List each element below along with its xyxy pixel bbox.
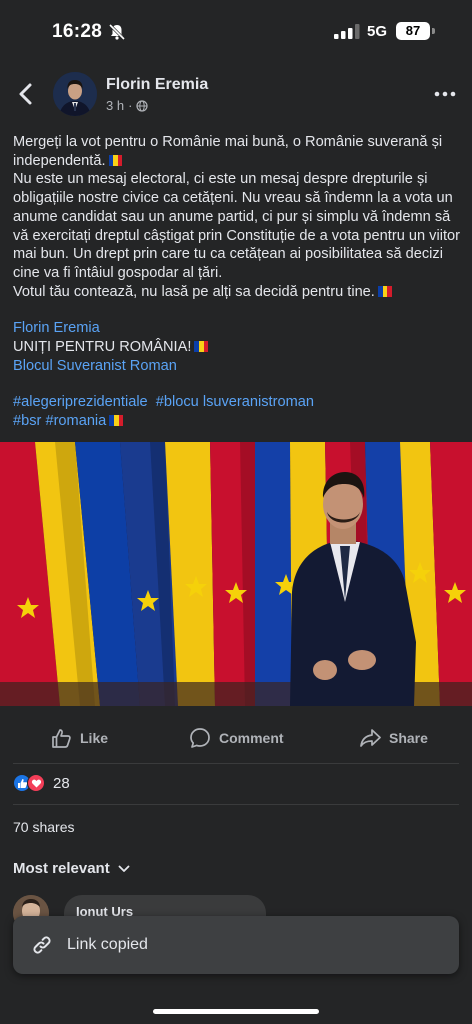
paragraph-text: Votul tău contează, nu lasă pe alți sa d… xyxy=(13,283,375,300)
sort-label: Most relevant xyxy=(13,860,110,877)
romania-flag-emoji xyxy=(109,415,124,427)
slogan-text: UNIȚI PENTRU ROMÂNIA! xyxy=(13,339,192,356)
post-body: Mergeți la vot pentru o Românie mai bună… xyxy=(13,133,463,431)
cellular-signal-icon xyxy=(334,24,360,39)
meta-separator: · xyxy=(128,98,133,113)
action-bar: Like Comment Share xyxy=(0,712,472,764)
post-time: 3 h xyxy=(106,98,125,113)
signature-name-link[interactable]: Florin Eremia xyxy=(13,319,463,338)
post-meta: 3 h · xyxy=(106,98,149,113)
author-name[interactable]: Florin Eremia xyxy=(106,76,208,94)
toast-message: Link copied xyxy=(67,936,148,953)
romania-flag-emoji xyxy=(108,154,123,166)
reactions-summary[interactable]: 28 xyxy=(13,772,70,794)
post-paragraph: Nu este un mesaj electoral, ci este un m… xyxy=(13,171,460,281)
link-icon xyxy=(33,936,51,954)
bell-off-icon xyxy=(108,23,126,41)
globe-icon xyxy=(136,99,149,112)
battery-tip xyxy=(432,28,435,34)
comment-sort-dropdown[interactable]: Most relevant xyxy=(13,860,130,877)
love-reaction-icon xyxy=(27,774,45,792)
reactions-count: 28 xyxy=(53,774,70,792)
status-time: 16:28 xyxy=(52,21,103,42)
author-avatar[interactable] xyxy=(53,72,97,116)
paragraph-text: Mergeți la vot pentru o Românie mai bună… xyxy=(13,134,443,169)
more-options-icon[interactable] xyxy=(432,84,458,104)
slogan: UNIȚI PENTRU ROMÂNIA! xyxy=(13,338,463,357)
battery-indicator: 87 xyxy=(396,22,430,40)
hashtags-line: #alegeriprezidentiale #blocu lsuveranist… xyxy=(13,393,463,412)
hashtag-link[interactable]: #bsr xyxy=(13,413,41,429)
link-copied-toast: Link copied xyxy=(13,916,459,974)
post-paragraph: Votul tău contează, nu lasă pe alți sa d… xyxy=(13,283,463,302)
comment-label: Comment xyxy=(219,730,284,746)
divider xyxy=(13,763,459,764)
post-photo[interactable] xyxy=(0,442,472,706)
organization-link[interactable]: Blocul Suveranist Roman xyxy=(13,357,463,376)
hashtags-line: #bsr #romania xyxy=(13,412,463,431)
hashtag-link[interactable]: #blocu lsuveranistroman xyxy=(156,394,314,410)
romania-flag-emoji xyxy=(377,285,392,297)
post-paragraph: Mergeți la vot pentru o Românie mai bună… xyxy=(13,133,463,170)
status-bar: 16:28 5G 87 xyxy=(0,0,472,62)
share-arrow-icon xyxy=(360,729,381,747)
comment-button[interactable]: Comment xyxy=(189,712,284,764)
network-type: 5G xyxy=(367,23,388,40)
romania-flag-emoji xyxy=(194,341,209,353)
hashtag-link[interactable]: #alegeriprezidentiale xyxy=(13,394,148,410)
chevron-down-icon xyxy=(118,865,130,872)
divider xyxy=(13,804,459,805)
avatar-photo xyxy=(53,72,97,116)
like-button[interactable]: Like xyxy=(50,712,108,764)
back-arrow-icon[interactable] xyxy=(14,80,38,108)
hashtag-link[interactable]: #romania xyxy=(45,413,106,429)
thumbs-up-icon xyxy=(52,729,71,748)
shares-count[interactable]: 70 shares xyxy=(13,819,74,835)
flags-photo xyxy=(0,442,472,706)
share-button[interactable]: Share xyxy=(359,712,428,764)
share-label: Share xyxy=(389,730,428,746)
home-indicator[interactable] xyxy=(153,1009,319,1014)
comment-bubble-icon xyxy=(190,728,210,748)
post-header: Florin Eremia 3 h · xyxy=(0,62,472,126)
like-label: Like xyxy=(80,730,109,746)
